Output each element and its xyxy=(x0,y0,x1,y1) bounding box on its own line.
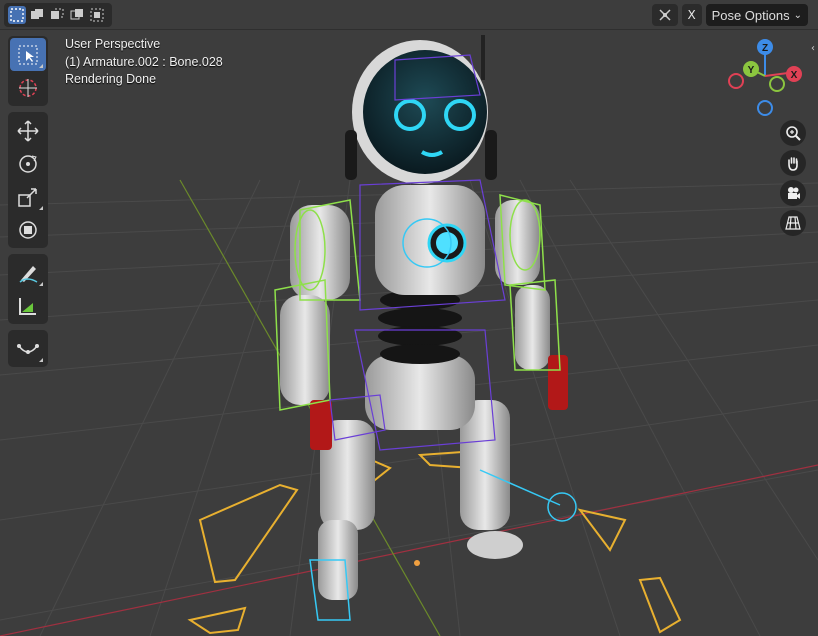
cursor-tool[interactable] xyxy=(10,71,46,104)
select-box-icon xyxy=(18,45,38,64)
pan-button[interactable] xyxy=(780,150,806,176)
zoom-icon xyxy=(786,126,801,141)
pose-relax-icon xyxy=(17,343,39,354)
active-object: (1) Armature.002 : Bone.028 xyxy=(65,54,223,69)
tool-group-annotate xyxy=(8,254,48,324)
pan-hand-icon xyxy=(788,157,798,171)
render-status: Rendering Done xyxy=(65,72,157,86)
cursor-icon xyxy=(19,78,37,97)
zoom-button[interactable] xyxy=(780,120,806,146)
axis-z-label: Z xyxy=(762,43,768,54)
select-box-tool[interactable] xyxy=(10,38,46,71)
pose-options-label: Pose Options xyxy=(711,7,790,23)
select-new-icon[interactable] xyxy=(8,6,26,24)
annotate-tool[interactable] xyxy=(10,256,46,289)
pose-options-dropdown[interactable]: Pose Options ⌄ xyxy=(705,4,808,26)
axis-y-label: Y xyxy=(748,65,755,76)
select-difference-icon[interactable] xyxy=(68,6,86,24)
viewport-info-overlay: User Perspective (1) Armature.002 : Bone… xyxy=(65,36,223,89)
3d-viewport[interactable] xyxy=(0,0,818,636)
scale-icon xyxy=(18,187,37,207)
tool-shelf xyxy=(8,36,48,373)
rotate-icon xyxy=(19,154,37,173)
bone-overlay-icon[interactable] xyxy=(651,4,678,26)
axis-neg-y-icon xyxy=(769,76,785,92)
selection-mode-group xyxy=(4,3,112,27)
header-divider xyxy=(0,29,818,30)
tool-group-select xyxy=(8,36,48,106)
axis-neg-z-icon xyxy=(757,100,773,116)
view-name: User Perspective xyxy=(65,37,161,51)
camera-view-icon xyxy=(788,187,800,199)
select-intersect-icon[interactable] xyxy=(88,6,106,24)
scale-tool[interactable] xyxy=(10,180,46,213)
pose-relax-tool[interactable] xyxy=(10,332,46,365)
axis-x-label: X xyxy=(791,70,798,81)
x-mirror-toggle[interactable]: X xyxy=(681,4,702,26)
tool-group-pose xyxy=(8,330,48,367)
measure-tool[interactable] xyxy=(10,289,46,322)
move-tool[interactable] xyxy=(10,114,46,147)
select-subtract-icon[interactable] xyxy=(48,6,66,24)
perspective-toggle-button[interactable] xyxy=(780,210,806,236)
transform-tool[interactable] xyxy=(10,213,46,246)
rotate-tool[interactable] xyxy=(10,147,46,180)
axis-neg-x-icon xyxy=(728,73,744,89)
chevron-down-icon: ⌄ xyxy=(793,9,802,21)
move-icon xyxy=(17,119,39,142)
transform-icon xyxy=(19,220,37,239)
annotate-icon xyxy=(19,265,38,283)
perspective-grid-icon xyxy=(785,216,801,230)
sidebar-expand-icon[interactable]: ‹ xyxy=(808,40,818,56)
scene-render xyxy=(0,35,818,636)
camera-view-button[interactable] xyxy=(780,180,806,206)
header-right-controls: X Pose Options ⌄ xyxy=(651,3,808,27)
navigation-gizmo[interactable]: Z X Y xyxy=(720,36,810,122)
measure-icon xyxy=(19,297,36,315)
select-extend-icon[interactable] xyxy=(28,6,46,24)
tool-group-transform xyxy=(8,112,48,248)
